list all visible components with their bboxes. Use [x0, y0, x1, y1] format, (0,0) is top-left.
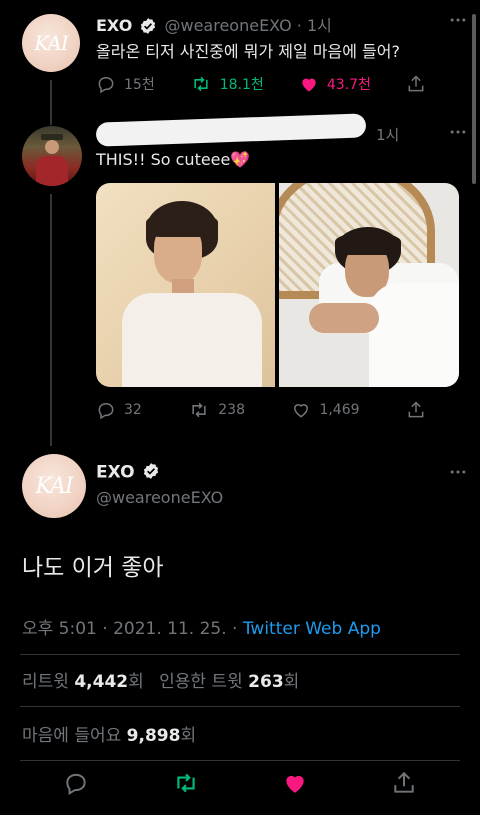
heart-outline-icon [294, 404, 309, 418]
like-unit: 회 [180, 726, 197, 746]
share-icon [408, 401, 424, 418]
like-label: 마음에 들어요 [22, 726, 122, 746]
share-button[interactable] [406, 74, 426, 94]
thread-line [50, 194, 52, 446]
display-name[interactable]: EXO [96, 16, 132, 35]
divider [20, 654, 460, 655]
time[interactable]: · 1시 [297, 16, 332, 35]
retweet-icon [177, 773, 195, 793]
avatar[interactable]: KAI [22, 454, 86, 518]
reply-count: 15천 [124, 77, 155, 93]
like-count: 43.7천 [326, 77, 371, 93]
like-total: 9,898 [126, 726, 181, 746]
verified-badge-icon [143, 463, 159, 479]
thread-line [50, 80, 52, 125]
share-button[interactable] [391, 770, 417, 800]
quote-total: 263 [248, 672, 284, 692]
tweet-text: THIS!! So cuteee💖 [96, 150, 251, 169]
heart-filled-icon [302, 78, 316, 92]
redacted-name [95, 113, 367, 147]
time[interactable]: 1시 [376, 124, 399, 145]
retweet-button[interactable] [172, 770, 200, 800]
retweet-count: 18.1천 [219, 77, 264, 93]
heart-filled-icon [286, 775, 304, 793]
reply-count: 32 [124, 402, 142, 418]
avatar-logo-text: KAI [34, 31, 68, 55]
source-link[interactable]: Twitter Web App [243, 619, 381, 639]
handle[interactable]: @weareoneEXO [96, 488, 223, 507]
quote-stat[interactable]: 인용한 트윗 263회 [159, 672, 299, 692]
tweet-text: 나도 이거 좋아 [22, 555, 164, 581]
reply-icon [66, 773, 86, 796]
share-icon [394, 771, 414, 793]
avatar[interactable] [22, 126, 82, 186]
retweet-icon [194, 76, 208, 92]
more-icon[interactable] [448, 462, 468, 486]
reply-button[interactable] [63, 770, 89, 800]
more-icon[interactable] [448, 122, 468, 146]
more-icon[interactable] [448, 10, 468, 34]
avatar[interactable]: KAI [22, 14, 80, 72]
reply-icon [98, 76, 114, 94]
like-button[interactable]: 43.7천 [299, 74, 371, 94]
reply-button[interactable]: 32 [96, 400, 142, 420]
retweet-total: 4,442 [74, 672, 129, 692]
timestamp[interactable]: 오후 5:01 · 2021. 11. 25. · [22, 619, 243, 639]
retweet-count: 238 [218, 402, 245, 418]
media-grid[interactable] [96, 183, 459, 387]
photo-left[interactable] [96, 183, 275, 387]
scrollbar[interactable] [472, 14, 476, 184]
like-button[interactable]: 1,469 [291, 400, 360, 420]
share-icon [408, 75, 424, 92]
share-button[interactable] [406, 400, 426, 420]
retweet-button[interactable]: 18.1천 [190, 74, 264, 94]
retweet-icon [192, 402, 206, 418]
like-button[interactable] [282, 770, 308, 800]
divider [20, 706, 460, 707]
verified-badge-icon [141, 17, 156, 34]
retweet-unit: 회 [128, 672, 144, 692]
avatar-logo-text: KAI [35, 473, 73, 499]
retweet-stat[interactable]: 리트윗 4,442회 [22, 672, 149, 692]
quote-unit: 회 [283, 672, 300, 692]
like-count: 1,469 [319, 402, 360, 418]
retweet-button[interactable]: 238 [188, 400, 245, 420]
divider [20, 760, 460, 761]
handle[interactable]: @weareoneEXO [164, 16, 291, 35]
quote-label: 인용한 트윗 [159, 672, 243, 692]
retweet-label: 리트윗 [22, 672, 69, 692]
display-name[interactable]: EXO [96, 463, 135, 483]
like-stat[interactable]: 마음에 들어요 9,898회 [22, 721, 196, 746]
tweet-text: 올라온 티저 사진중에 뭐가 제일 마음에 들어? [96, 42, 400, 61]
reply-button[interactable]: 15천 [96, 74, 155, 94]
photo-right[interactable] [279, 183, 459, 387]
reply-icon [98, 402, 114, 420]
